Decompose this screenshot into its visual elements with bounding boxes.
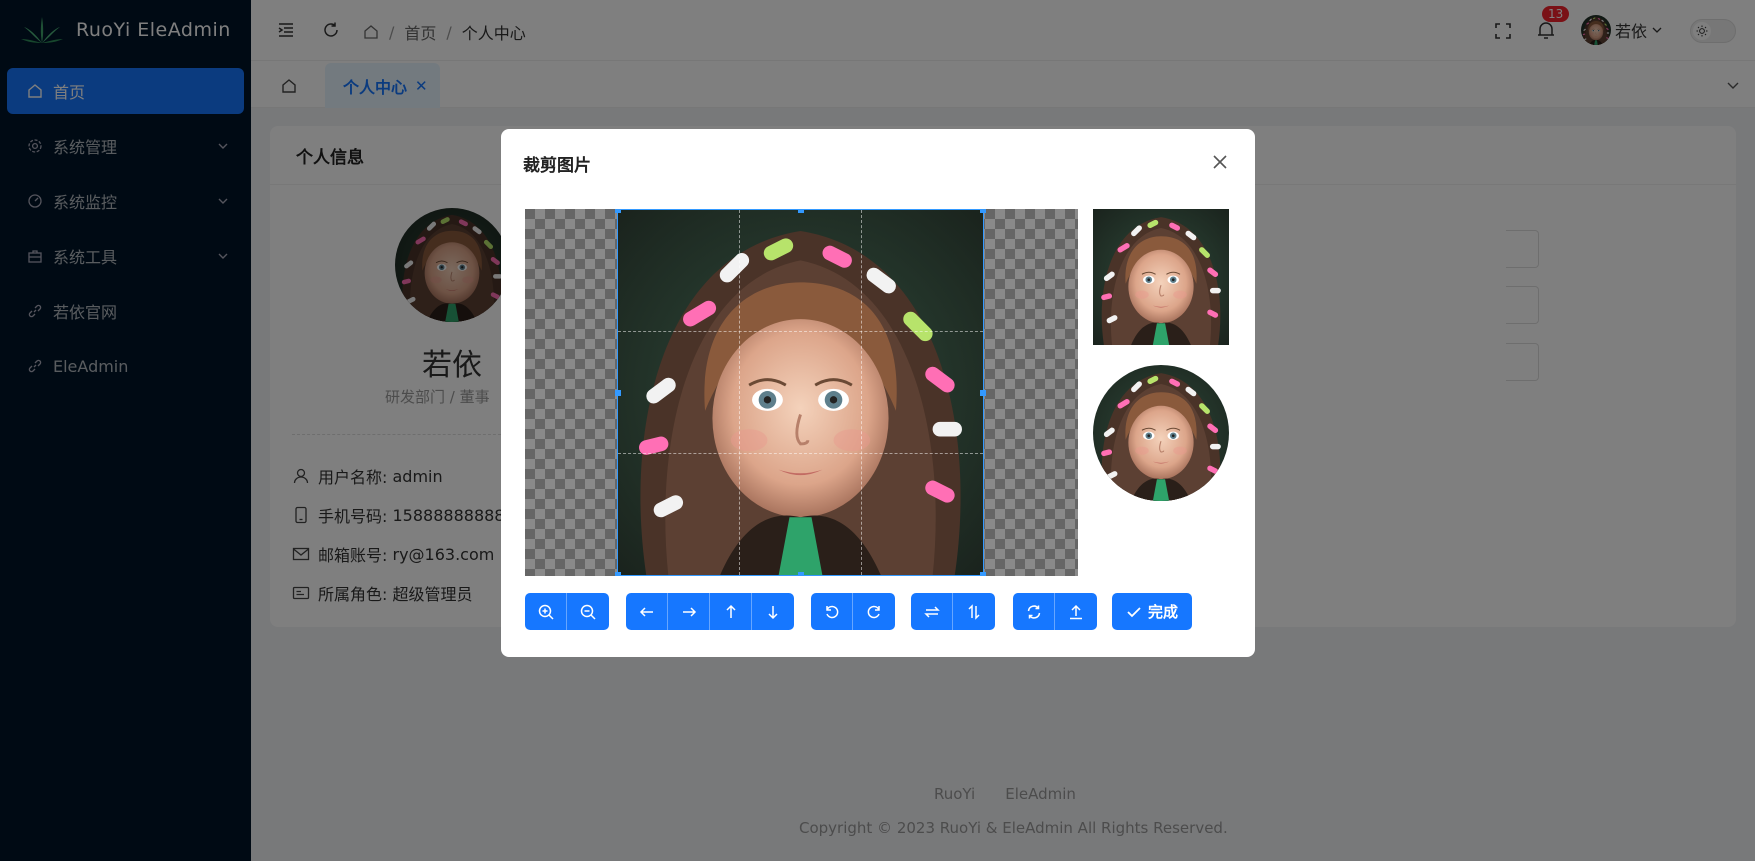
dialog-title: 裁剪图片 [523, 156, 591, 176]
rotate-left-icon [825, 605, 838, 618]
crop-image-dialog: 裁剪图片 完成 [501, 129, 1255, 657]
move-left-button[interactable] [626, 593, 668, 630]
flip-vertical-button[interactable] [953, 593, 995, 630]
upload-button[interactable] [1055, 593, 1097, 630]
zoom-in-button[interactable] [525, 593, 567, 630]
done-button[interactable]: 完成 [1112, 593, 1192, 630]
rotate-group [811, 593, 895, 630]
move-right-button[interactable] [668, 593, 710, 630]
done-label: 完成 [1147, 603, 1178, 621]
move-down-button[interactable] [752, 593, 794, 630]
crop-handle[interactable] [798, 572, 804, 576]
zoom-out-icon [580, 604, 596, 620]
move-group [626, 593, 794, 630]
close-icon[interactable] [1211, 153, 1229, 171]
crop-handle[interactable] [980, 572, 986, 576]
crop-box[interactable] [615, 209, 986, 576]
crop-canvas[interactable] [525, 209, 1078, 576]
arrow-right-icon [682, 606, 696, 617]
crop-handle[interactable] [980, 209, 986, 213]
flip-horizontal-button[interactable] [911, 593, 953, 630]
move-up-button[interactable] [710, 593, 752, 630]
crop-handle[interactable] [615, 209, 621, 213]
flip-vertical-icon [968, 603, 980, 620]
upload-icon [1070, 604, 1082, 619]
rotate-right-button[interactable] [853, 593, 895, 630]
refresh-icon [1027, 604, 1040, 619]
zoom-group [525, 593, 609, 630]
arrow-down-icon [768, 605, 778, 619]
crop-handle[interactable] [798, 209, 804, 213]
zoom-out-button[interactable] [567, 593, 609, 630]
rotate-right-icon [867, 605, 880, 618]
crop-handle[interactable] [615, 572, 621, 576]
preview-square [1093, 209, 1229, 345]
flip-group [911, 593, 995, 630]
reset-button[interactable] [1013, 593, 1055, 630]
reset-upload-group [1013, 593, 1097, 630]
arrow-up-icon [725, 604, 736, 618]
crop-handle[interactable] [615, 390, 621, 396]
zoom-in-icon [538, 604, 554, 620]
crop-handle[interactable] [980, 390, 986, 396]
preview-circle [1093, 365, 1229, 501]
rotate-left-button[interactable] [811, 593, 853, 630]
check-icon [1127, 606, 1141, 617]
flip-horizontal-icon [923, 605, 940, 618]
arrow-left-icon [639, 606, 653, 617]
